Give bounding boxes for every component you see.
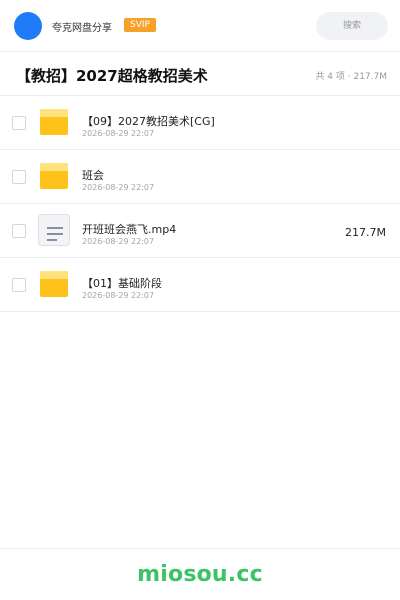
video-file-icon (38, 214, 70, 246)
list-item[interactable]: 开班班会燕飞.mp4 2026-08-29 22:07 217.7M (0, 204, 400, 258)
page-title: 【教招】2027超格教招美术 (16, 67, 208, 85)
file-name[interactable]: 班会 (82, 167, 104, 183)
file-name[interactable]: 【09】2027教招美术[CG] (82, 113, 215, 129)
folder-icon (40, 271, 68, 297)
folder-icon (40, 109, 68, 135)
file-name[interactable]: 【01】基础阶段 (82, 275, 162, 291)
folder-summary: 共 4 项 · 217.7M (315, 72, 387, 82)
footer: miosou.cc (0, 548, 400, 600)
file-date: 2026-08-29 22:07 (82, 237, 155, 246)
select-checkbox[interactable] (12, 170, 26, 184)
list-item[interactable]: 【01】基础阶段 2026-08-29 22:07 (0, 258, 400, 312)
file-name[interactable]: 开班班会燕飞.mp4 (82, 221, 176, 237)
footer-logo[interactable]: miosou.cc (137, 562, 263, 587)
file-list: 【09】2027教招美术[CG] 2026-08-29 22:07 班会 202… (0, 96, 400, 312)
select-checkbox[interactable] (12, 224, 26, 238)
select-checkbox[interactable] (12, 116, 26, 130)
file-date: 2026-08-29 22:07 (82, 183, 155, 192)
search-input[interactable] (316, 12, 388, 40)
folder-header: 【教招】2027超格教招美术 共 4 项 · 217.7M (0, 52, 400, 96)
select-checkbox[interactable] (12, 278, 26, 292)
app-name: 夸克网盘分享 (52, 23, 112, 34)
list-item[interactable]: 【09】2027教招美术[CG] 2026-08-29 22:07 (0, 96, 400, 150)
top-bar: 夸克网盘分享 SVIP (0, 0, 400, 52)
app-logo-icon[interactable] (14, 12, 42, 40)
folder-icon (40, 163, 68, 189)
file-date: 2026-08-29 22:07 (82, 129, 155, 138)
file-date: 2026-08-29 22:07 (82, 291, 155, 300)
list-item[interactable]: 班会 2026-08-29 22:07 (0, 150, 400, 204)
svip-badge: SVIP (124, 18, 156, 32)
file-size: 217.7M (345, 226, 386, 239)
